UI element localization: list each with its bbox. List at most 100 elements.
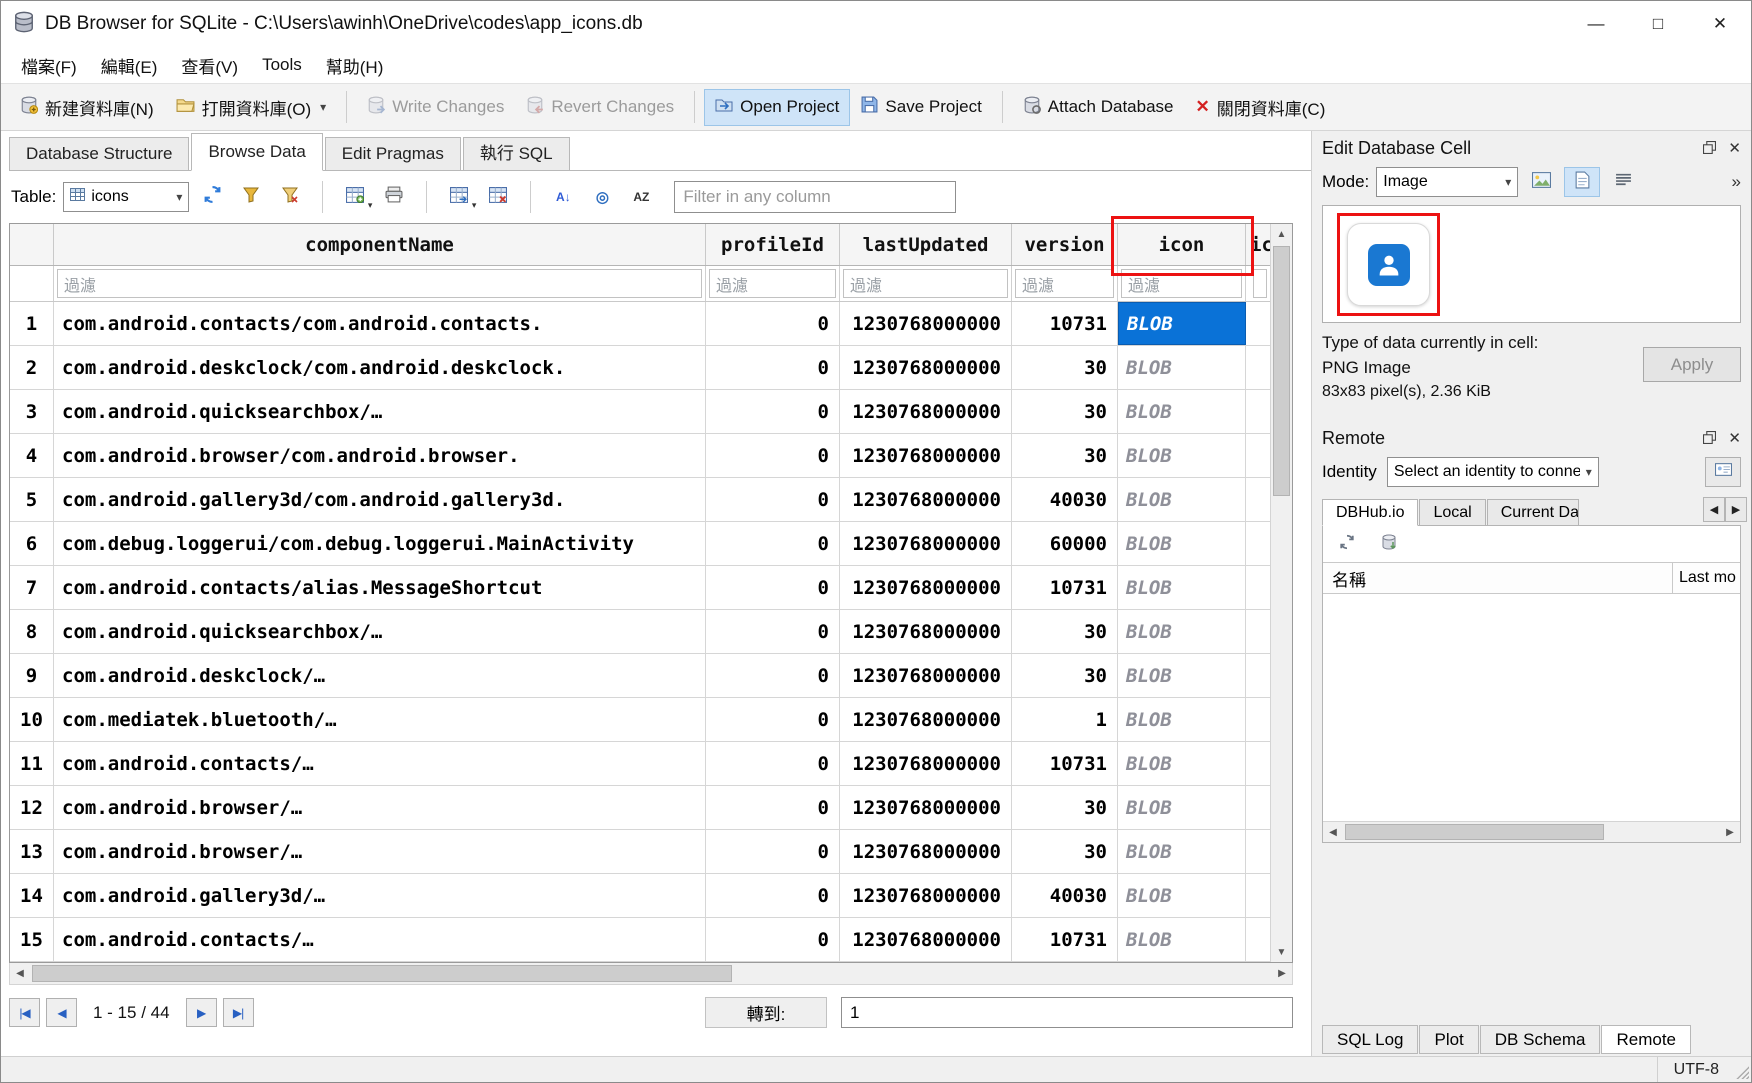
- cell-extra[interactable]: [1246, 478, 1270, 521]
- cell-num[interactable]: 10: [10, 698, 54, 741]
- word-wrap-button[interactable]: [1607, 167, 1639, 197]
- table-row[interactable]: 11com.android.contacts/…0123076800000010…: [10, 742, 1270, 786]
- cell-icon[interactable]: BLOB: [1118, 830, 1246, 873]
- remote-scrollbar-thumb[interactable]: [1345, 824, 1604, 840]
- column-header-lastUpdated[interactable]: lastUpdated: [840, 224, 1012, 265]
- table-row[interactable]: 5com.android.gallery3d/com.android.galle…: [10, 478, 1270, 522]
- filter-version[interactable]: 過濾: [1012, 266, 1118, 301]
- cell-extra[interactable]: [1246, 390, 1270, 433]
- import-certificate-button[interactable]: [1705, 457, 1741, 487]
- last-page-button[interactable]: ▶|: [223, 998, 254, 1027]
- filter-profileId[interactable]: 過濾: [706, 266, 840, 301]
- cell-updated[interactable]: 1230768000000: [840, 874, 1012, 917]
- scroll-left-icon[interactable]: ◀: [1323, 822, 1343, 842]
- cell-updated[interactable]: 1230768000000: [840, 742, 1012, 785]
- table-row[interactable]: 8com.android.quicksearchbox/…01230768000…: [10, 610, 1270, 654]
- filter-lastUpdated[interactable]: 過濾: [840, 266, 1012, 301]
- cell-num[interactable]: 11: [10, 742, 54, 785]
- horizontal-scrollbar-thumb[interactable]: [32, 965, 732, 982]
- revert-changes-button[interactable]: Revert Changes: [515, 88, 685, 127]
- cell-icon[interactable]: BLOB: [1118, 610, 1246, 653]
- cell-num[interactable]: 13: [10, 830, 54, 873]
- dock-tab-sql-log[interactable]: SQL Log: [1322, 1025, 1418, 1054]
- close-dock-icon[interactable]: ✕: [1728, 429, 1741, 447]
- cell-profile[interactable]: 0: [706, 830, 840, 873]
- table-row[interactable]: 2com.android.deskclock/com.android.deskc…: [10, 346, 1270, 390]
- menu-file[interactable]: 檔案(F): [9, 48, 89, 83]
- cell-component[interactable]: com.android.browser/com.android.browser.: [54, 434, 706, 477]
- horizontal-scrollbar[interactable]: ◀ ▶: [9, 963, 1293, 985]
- remote-refresh-button[interactable]: [1331, 529, 1363, 559]
- cell-component[interactable]: com.mediatek.bluetooth/…: [54, 698, 706, 741]
- vertical-scrollbar-thumb[interactable]: [1273, 246, 1290, 496]
- cell-icon[interactable]: BLOB: [1118, 390, 1246, 433]
- resize-grip-icon[interactable]: [1735, 1065, 1749, 1079]
- cell-version[interactable]: 40030: [1012, 874, 1118, 917]
- cell-extra[interactable]: [1246, 522, 1270, 565]
- scroll-right-icon[interactable]: ▶: [1272, 963, 1292, 984]
- tab-database-structure[interactable]: Database Structure: [9, 137, 189, 171]
- attach-database-button[interactable]: Attach Database: [1012, 88, 1185, 127]
- menu-edit[interactable]: 編輯(E): [89, 48, 170, 83]
- remote-tab-dbhub[interactable]: DBHub.io: [1322, 499, 1418, 526]
- scroll-left-icon[interactable]: ◀: [10, 963, 30, 984]
- cell-extra[interactable]: [1246, 698, 1270, 741]
- table-row[interactable]: 10com.mediatek.bluetooth/…01230768000000…: [10, 698, 1270, 742]
- cell-extra[interactable]: [1246, 874, 1270, 917]
- remote-column-last-modified[interactable]: Last mo: [1672, 563, 1740, 593]
- text-view-button[interactable]: [1564, 167, 1600, 197]
- cell-profile[interactable]: 0: [706, 654, 840, 697]
- cell-icon[interactable]: BLOB: [1118, 434, 1246, 477]
- table-row[interactable]: 14com.android.gallery3d/…012307680000004…: [10, 874, 1270, 918]
- float-dock-icon[interactable]: [1703, 138, 1716, 159]
- cell-component[interactable]: com.android.deskclock/…: [54, 654, 706, 697]
- duplicate-record-caret-icon[interactable]: ▾: [472, 200, 477, 211]
- cell-profile[interactable]: 0: [706, 522, 840, 565]
- cell-num[interactable]: 8: [10, 610, 54, 653]
- cell-component[interactable]: com.android.contacts/com.android.contact…: [54, 302, 706, 345]
- close-database-button[interactable]: ✕ 關閉資料庫(C): [1185, 87, 1337, 128]
- new-database-button[interactable]: 新建資料庫(N): [9, 87, 165, 128]
- cell-extra[interactable]: [1246, 918, 1270, 961]
- global-filter-input[interactable]: [674, 181, 956, 213]
- table-row[interactable]: 4com.android.browser/com.android.browser…: [10, 434, 1270, 478]
- minimize-icon[interactable]: —: [1565, 1, 1627, 47]
- scroll-down-icon[interactable]: ▼: [1271, 942, 1292, 962]
- cell-icon[interactable]: BLOB: [1118, 918, 1246, 961]
- cell-profile[interactable]: 0: [706, 346, 840, 389]
- cell-component[interactable]: com.android.contacts/alias.MessageShortc…: [54, 566, 706, 609]
- scroll-up-icon[interactable]: ▲: [1271, 224, 1292, 244]
- cell-component[interactable]: com.android.quicksearchbox/…: [54, 610, 706, 653]
- cell-updated[interactable]: 1230768000000: [840, 830, 1012, 873]
- cell-profile[interactable]: 0: [706, 786, 840, 829]
- remote-tab-current-database[interactable]: Current Dat: [1487, 499, 1579, 526]
- tab-edit-pragmas[interactable]: Edit Pragmas: [325, 137, 461, 171]
- table-row[interactable]: 7com.android.contacts/alias.MessageShort…: [10, 566, 1270, 610]
- cell-num[interactable]: 6: [10, 522, 54, 565]
- cell-icon[interactable]: BLOB: [1118, 478, 1246, 521]
- cell-updated[interactable]: 1230768000000: [840, 302, 1012, 345]
- cell-component[interactable]: com.android.browser/…: [54, 830, 706, 873]
- sort-ascending-button[interactable]: A↓: [547, 182, 579, 212]
- clear-filters-button[interactable]: [274, 182, 306, 212]
- cell-profile[interactable]: 0: [706, 742, 840, 785]
- cell-version[interactable]: 60000: [1012, 522, 1118, 565]
- cell-updated[interactable]: 1230768000000: [840, 610, 1012, 653]
- cell-version[interactable]: 10731: [1012, 302, 1118, 345]
- cell-extra[interactable]: [1246, 654, 1270, 697]
- toolbar-overflow-icon[interactable]: »: [1732, 172, 1741, 192]
- close-dock-icon[interactable]: ✕: [1728, 139, 1741, 157]
- cell-profile[interactable]: 0: [706, 610, 840, 653]
- identity-select[interactable]: Select an identity to conne ▾: [1387, 457, 1599, 487]
- cell-component[interactable]: com.android.deskclock/com.android.deskcl…: [54, 346, 706, 389]
- cell-profile[interactable]: 0: [706, 390, 840, 433]
- remote-list-body[interactable]: [1323, 594, 1740, 821]
- cell-profile[interactable]: 0: [706, 434, 840, 477]
- cell-version[interactable]: 30: [1012, 830, 1118, 873]
- save-project-button[interactable]: Save Project: [850, 88, 992, 126]
- cell-version[interactable]: 40030: [1012, 478, 1118, 521]
- close-icon[interactable]: ✕: [1689, 1, 1751, 47]
- goto-record-input[interactable]: [841, 997, 1293, 1028]
- cell-version[interactable]: 30: [1012, 346, 1118, 389]
- tab-scroll-left-icon[interactable]: ◀: [1703, 497, 1725, 522]
